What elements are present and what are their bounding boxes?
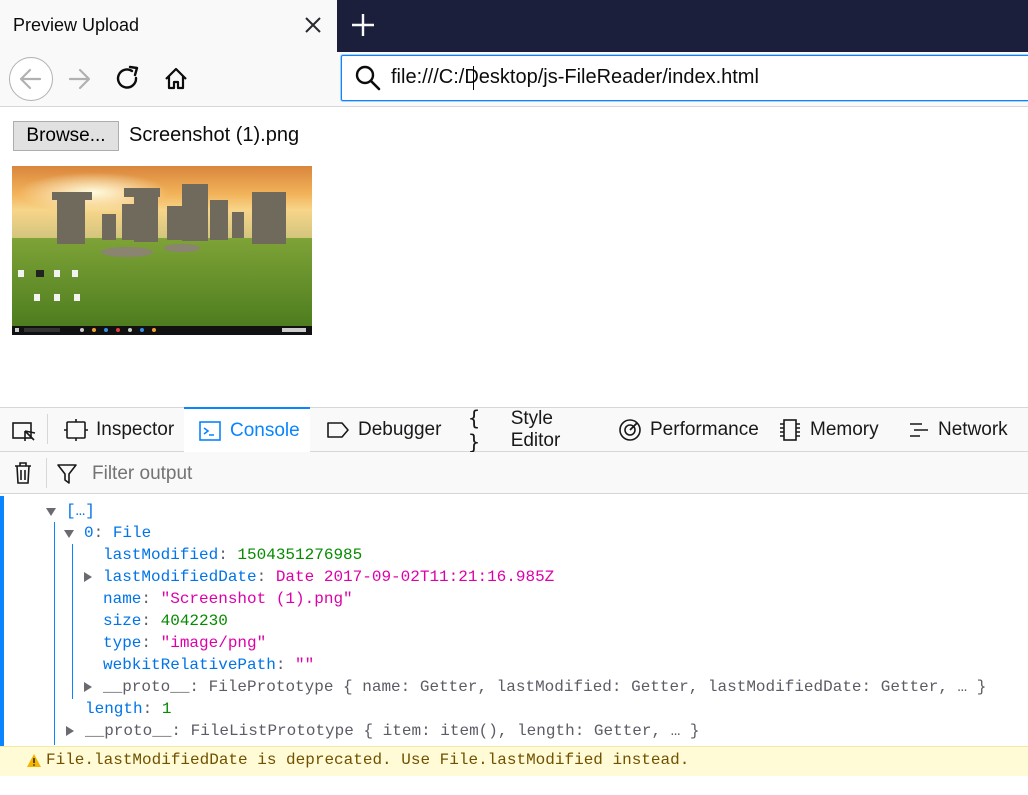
prop-key: size xyxy=(103,612,142,630)
tab-inspector[interactable]: Inspector xyxy=(52,407,180,452)
prop-key: lastModified xyxy=(103,546,219,564)
home-icon xyxy=(165,67,187,90)
tab-inspector-label: Inspector xyxy=(96,418,175,440)
tab-title: Preview Upload xyxy=(13,15,140,35)
prop-value: "Screenshot (1).png" xyxy=(160,590,353,608)
reload-button[interactable] xyxy=(106,57,150,101)
forward-arrow-icon xyxy=(68,68,91,90)
back-arrow-icon xyxy=(19,68,42,90)
collapse-twisty-icon[interactable] xyxy=(66,726,74,736)
prop-key: __proto__ xyxy=(103,678,190,696)
prop-name[interactable]: name: "Screenshot (1).png" xyxy=(103,588,353,610)
prop-value: "image/png" xyxy=(160,634,267,652)
file-node[interactable]: 0: File xyxy=(64,522,151,544)
text-caret xyxy=(473,66,474,90)
search-icon xyxy=(354,64,382,92)
file-node-type: File xyxy=(112,524,152,542)
prop-value: 4042230 xyxy=(160,612,228,630)
prop-key: __proto__ xyxy=(85,722,172,740)
home-button[interactable] xyxy=(154,57,198,101)
prop-value: 1 xyxy=(161,700,172,718)
prop-value: FileListPrototype { item: item(), length… xyxy=(190,722,700,740)
tab-debugger[interactable]: Debugger xyxy=(312,407,452,452)
new-tab-plus-icon[interactable] xyxy=(349,11,377,39)
tree-guide-line xyxy=(54,522,55,745)
expand-twisty-icon[interactable] xyxy=(64,530,74,538)
tab-performance[interactable]: Performance xyxy=(606,407,766,452)
url-text[interactable]: file:///C:/Desktop/js-FileReader/index.h… xyxy=(391,66,759,89)
tab-network[interactable]: Network xyxy=(898,407,1028,452)
warning-text: File.lastModifiedDate is deprecated. Use… xyxy=(46,751,690,769)
tab-performance-label: Performance xyxy=(650,418,759,440)
image-preview xyxy=(12,166,312,335)
network-icon xyxy=(910,422,928,437)
tab-memory-label: Memory xyxy=(810,418,879,440)
collapse-twisty-icon[interactable] xyxy=(84,572,92,582)
filter-output-input[interactable] xyxy=(90,460,494,488)
message-indicator-bar xyxy=(0,496,4,746)
file-node-key: 0 xyxy=(84,524,94,542)
warning-icon xyxy=(26,753,42,768)
prop-key: length xyxy=(85,700,143,718)
tab-memory[interactable]: Memory xyxy=(766,407,896,452)
prop-size[interactable]: size: 4042230 xyxy=(103,610,228,632)
array-node[interactable]: […] xyxy=(46,500,95,522)
browse-button[interactable]: Browse... xyxy=(13,121,119,151)
array-label: […] xyxy=(66,502,95,520)
tree-guide-line xyxy=(72,544,73,699)
prop-key: webkitRelativePath xyxy=(103,656,276,674)
filter-funnel-icon xyxy=(56,462,78,486)
prop-value: 1504351276985 xyxy=(237,546,363,564)
toolbar-divider xyxy=(47,414,48,444)
braces-icon: { } xyxy=(468,405,481,454)
expand-twisty-icon[interactable] xyxy=(46,508,56,516)
reload-icon xyxy=(116,65,139,89)
back-button[interactable] xyxy=(9,57,53,101)
prop-webkit-relative-path[interactable]: webkitRelativePath: "" xyxy=(103,654,314,676)
debugger-icon xyxy=(327,421,349,438)
prop-length[interactable]: length: 1 xyxy=(85,698,171,720)
tab-console[interactable]: Console xyxy=(184,407,310,452)
tab-console-label: Console xyxy=(230,419,300,441)
toolbar-divider xyxy=(46,458,47,488)
clear-console-trash-icon[interactable] xyxy=(12,461,34,485)
prop-value: "" xyxy=(295,656,315,674)
collapse-twisty-icon[interactable] xyxy=(84,682,92,692)
forward-button[interactable] xyxy=(58,57,102,101)
prop-value: Date 2017-09-02T11:21:16.985Z xyxy=(275,568,555,586)
close-tab-icon[interactable] xyxy=(300,11,326,39)
tab-network-label: Network xyxy=(938,418,1008,440)
prop-key: type xyxy=(103,634,142,652)
prop-last-modified[interactable]: lastModified: 1504351276985 xyxy=(103,544,362,566)
file-proto-node[interactable]: __proto__: FilePrototype { name: Getter,… xyxy=(84,676,986,698)
tab-debugger-label: Debugger xyxy=(358,418,442,440)
memory-icon xyxy=(780,418,800,441)
list-proto-node[interactable]: __proto__: FileListPrototype { item: ite… xyxy=(66,720,700,742)
prop-last-modified-date[interactable]: lastModifiedDate: Date 2017-09-02T11:21:… xyxy=(84,566,554,588)
prop-type[interactable]: type: "image/png" xyxy=(103,632,266,654)
tab-style-editor[interactable]: { } Style Editor xyxy=(454,405,604,454)
tab-style-editor-label: Style Editor xyxy=(510,407,561,451)
prop-key: lastModifiedDate xyxy=(103,568,257,586)
prop-key: name xyxy=(103,590,142,608)
element-picker-icon[interactable] xyxy=(11,420,37,444)
performance-icon xyxy=(619,418,641,441)
inspector-icon xyxy=(64,418,88,441)
console-icon xyxy=(199,420,221,441)
selected-file-name: Screenshot (1).png xyxy=(129,124,300,146)
prop-value: FilePrototype { name: Getter, lastModifi… xyxy=(208,678,987,696)
